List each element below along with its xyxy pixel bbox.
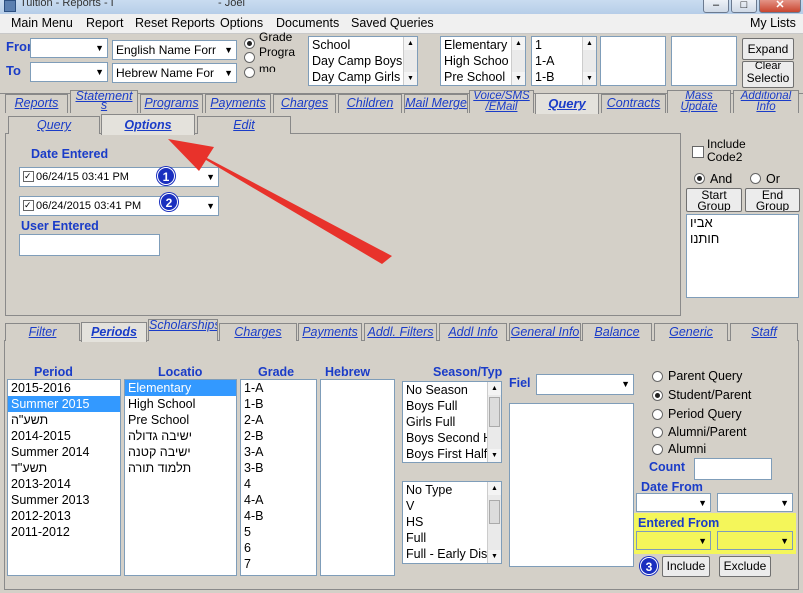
- annotation-arrow-icon: [168, 139, 392, 264]
- red-arrow-shape: [168, 139, 392, 264]
